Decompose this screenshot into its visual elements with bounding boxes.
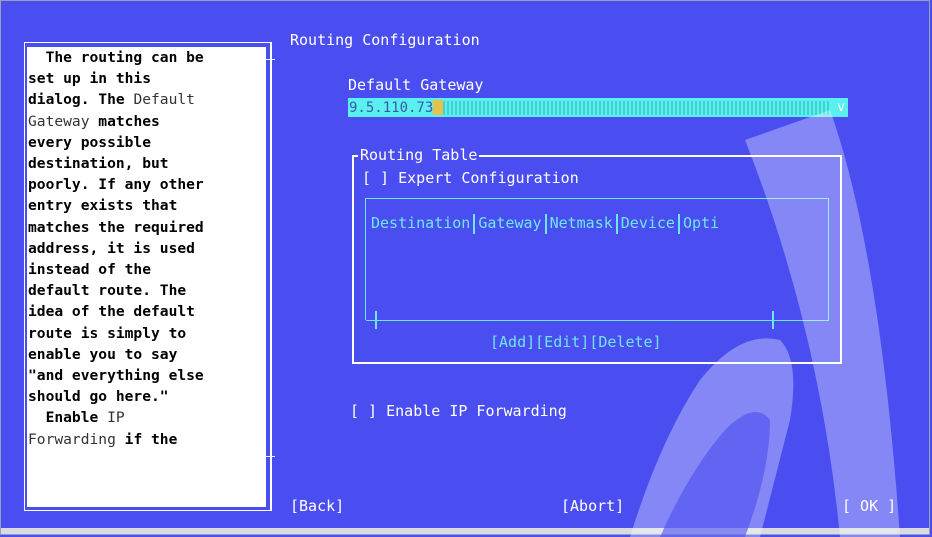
help-text-segment: if the xyxy=(115,430,178,448)
routing-table-right-edge xyxy=(828,198,829,320)
help-text-segment: Gateway xyxy=(28,112,90,130)
help-text-line: poorly. If any other xyxy=(28,174,266,195)
help-text-segment: should go here." xyxy=(28,388,169,406)
help-text-line: The routing can be xyxy=(28,47,266,68)
input-fill xyxy=(443,100,832,115)
help-text-line: instead of the xyxy=(28,259,266,280)
abort-button[interactable]: [Abort] xyxy=(561,497,624,515)
help-text-line: should go here." xyxy=(28,386,266,407)
help-text-line: default route. The xyxy=(28,280,266,301)
help-text-line: dialog. The Default xyxy=(28,89,266,110)
help-text-segment: instead of the xyxy=(28,261,152,279)
expert-configuration-checkbox[interactable]: [ ] Expert Configuration xyxy=(362,169,579,187)
scrollbar-thumb-end[interactable] xyxy=(772,311,774,329)
help-text-line: "and everything else xyxy=(28,365,266,386)
help-text-segment: Default xyxy=(133,91,195,109)
help-text-line: every possible xyxy=(28,132,266,153)
help-scrollbar[interactable] xyxy=(270,42,271,511)
back-button[interactable]: [Back] xyxy=(290,497,344,515)
help-text-line: route is simply to xyxy=(28,323,266,344)
column-separator xyxy=(615,214,618,234)
help-text-line: address, it is used xyxy=(28,238,266,259)
column-netmask[interactable]: Netmask xyxy=(550,214,613,234)
help-text-segment: set up in this xyxy=(28,70,152,88)
column-destination[interactable]: Destination xyxy=(371,214,470,234)
help-text-line: matches the required xyxy=(28,217,266,238)
text-cursor xyxy=(433,100,444,115)
help-text-segment: IP xyxy=(107,409,125,427)
edit-button[interactable]: [Edit] xyxy=(535,333,589,351)
help-text-panel[interactable]: The routing can be set up in this dialog. … xyxy=(27,47,266,507)
dropdown-arrow-icon[interactable]: v xyxy=(837,100,848,115)
help-text-line: Gateway matches xyxy=(28,111,266,132)
help-text-segment: Enable xyxy=(28,409,108,427)
help-scrollbar-top-marker xyxy=(266,59,275,60)
column-separator xyxy=(544,214,547,234)
column-separator xyxy=(677,214,680,234)
help-text-segment: route is simply to xyxy=(28,324,187,342)
help-text-segment: matches the required xyxy=(28,218,204,236)
ok-button[interactable]: [ OK ] xyxy=(842,497,896,515)
delete-button[interactable]: [Delete] xyxy=(589,333,661,351)
scrollbar-thumb-start[interactable] xyxy=(375,311,377,329)
help-text-segment: Forwarding xyxy=(28,430,116,448)
help-text-line: destination, but xyxy=(28,153,266,174)
routing-table-header: Destination Gateway Netmask Device Opti xyxy=(371,214,719,234)
enable-ip-forwarding-checkbox[interactable]: [ ] Enable IP Forwarding xyxy=(350,402,567,420)
routing-table-title: Routing Table xyxy=(358,146,480,164)
help-scrollbar-bottom-marker xyxy=(266,456,275,457)
column-gateway[interactable]: Gateway xyxy=(478,214,541,234)
default-gateway-label: Default Gateway xyxy=(348,76,484,94)
help-text-segment: destination, but xyxy=(28,155,169,173)
help-text-segment: poorly. If any other xyxy=(28,176,204,194)
help-text-segment: dialog. The xyxy=(28,91,134,109)
help-text-segment: address, it is used xyxy=(28,239,195,257)
table-buttons: [Add] [Edit] [Delete] xyxy=(490,333,662,351)
help-text-line: Forwarding if the xyxy=(28,429,266,450)
table-horizontal-scrollbar[interactable] xyxy=(366,320,829,321)
help-text-line: Enable IP xyxy=(28,407,266,428)
help-text-segment: every possible xyxy=(28,133,152,151)
help-text-segment: enable you to say xyxy=(28,345,178,363)
help-text-segment: default route. The xyxy=(28,282,187,300)
column-device[interactable]: Device xyxy=(621,214,675,234)
help-text-segment: matches xyxy=(89,112,160,130)
help-text-line: idea of the default xyxy=(28,301,266,322)
help-text-line: entry exists that xyxy=(28,195,266,216)
help-text-segment: The routing can be xyxy=(28,49,204,66)
default-gateway-value: 9.5.110.73 xyxy=(349,99,434,116)
help-text-segment: idea of the default xyxy=(28,303,195,321)
help-text-segment: entry exists that xyxy=(28,197,178,215)
default-gateway-input[interactable]: 9.5.110.73 v xyxy=(348,98,848,117)
help-text-segment: "and everything else xyxy=(28,367,204,385)
column-separator xyxy=(473,214,476,234)
dialog-title: Routing Configuration xyxy=(290,31,480,49)
help-text-line: enable you to say xyxy=(28,344,266,365)
column-options[interactable]: Opti xyxy=(683,214,719,234)
help-text-line: set up in this xyxy=(28,68,266,89)
add-button[interactable]: [Add] xyxy=(490,333,535,351)
